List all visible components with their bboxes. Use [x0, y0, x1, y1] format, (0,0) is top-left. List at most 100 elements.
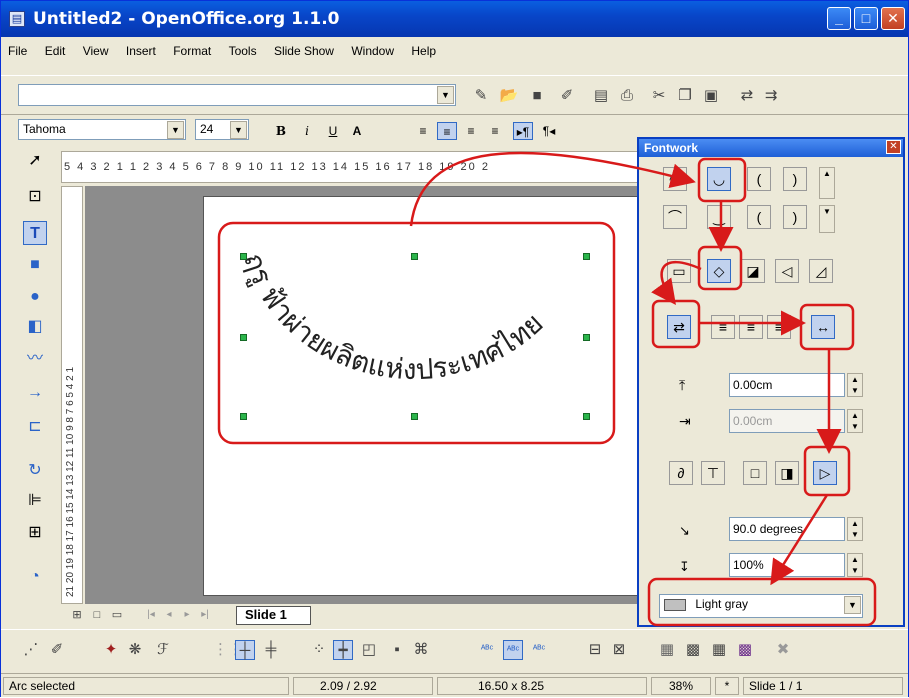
- redo-icon[interactable]: ⇉: [761, 86, 781, 106]
- selection-handle[interactable]: [240, 253, 247, 260]
- quality-grayscale-icon[interactable]: ▩: [683, 640, 703, 660]
- text-frame-icon[interactable]: ⊤: [701, 461, 725, 485]
- connector-tool-icon[interactable]: ⊏: [23, 415, 47, 439]
- autosize-text-icon[interactable]: ↔: [811, 315, 835, 339]
- alignment-icon[interactable]: ⊫: [23, 489, 47, 513]
- align-right-icon[interactable]: ≡: [461, 122, 481, 140]
- angle-field[interactable]: 90.0 degrees: [729, 517, 845, 541]
- open-circle-right-icon[interactable]: ): [783, 205, 807, 229]
- selection-handle[interactable]: [583, 413, 590, 420]
- fontwork-close-icon[interactable]: ✕: [886, 140, 901, 154]
- close-icon[interactable]: ✖: [773, 640, 793, 660]
- autospell-icon[interactable]: ᴬᴮᶜ: [503, 640, 523, 660]
- chevron-down-icon[interactable]: ▼: [844, 596, 861, 614]
- rectangle-tool-icon[interactable]: ■: [23, 253, 47, 277]
- ellipse-tool-icon[interactable]: ●: [23, 285, 47, 309]
- arc-shape-upper-icon[interactable]: ◠: [663, 167, 687, 191]
- snap-grid-icon[interactable]: ⁘: [309, 640, 329, 660]
- bold-button[interactable]: B: [271, 122, 291, 140]
- rotate-icon[interactable]: ↻: [23, 459, 47, 483]
- prev-slide-icon[interactable]: ◂: [159, 605, 179, 625]
- thesaurus-icon[interactable]: ᴬᴮᶜ: [529, 640, 549, 660]
- arc-shape-lower-icon[interactable]: ◡: [707, 167, 731, 191]
- save-icon[interactable]: ■: [527, 86, 547, 106]
- align-center-icon[interactable]: ≡: [739, 315, 763, 339]
- chevron-down-icon[interactable]: ▼: [437, 86, 454, 104]
- enter-group-icon[interactable]: ⊠: [609, 640, 629, 660]
- minimize-button[interactable]: _: [827, 7, 851, 30]
- select-arrow-icon[interactable]: ➚: [23, 149, 47, 173]
- last-slide-icon[interactable]: ▸|: [195, 605, 215, 625]
- spelling-icon[interactable]: ᴬᴮᶜ: [477, 640, 497, 660]
- rotate-text-icon[interactable]: ◇: [707, 259, 731, 283]
- shadow-color-select[interactable]: Light gray ▼: [659, 594, 863, 618]
- menu-view[interactable]: View: [76, 41, 116, 61]
- points-icon[interactable]: ⋰: [21, 640, 41, 660]
- selection-handle[interactable]: [583, 253, 590, 260]
- right-to-left-icon[interactable]: ¶◂: [539, 122, 559, 140]
- fontwork-off-icon[interactable]: ▭: [667, 259, 691, 283]
- curve-tool-icon[interactable]: 〰: [23, 347, 47, 371]
- slide-canvas[interactable]: ฤรู ฟ้าผ่ายผลิตแห่งประเทศไทย: [203, 196, 643, 596]
- copy-icon[interactable]: ❐: [675, 86, 695, 106]
- font-name-combobox[interactable]: Tahoma ▼: [18, 119, 186, 140]
- quality-color-icon[interactable]: ▦: [657, 640, 677, 660]
- paste-icon[interactable]: ▣: [701, 86, 721, 106]
- slant-horizontal-icon[interactable]: ◁: [775, 259, 799, 283]
- menu-edit[interactable]: Edit: [38, 41, 73, 61]
- first-slide-icon[interactable]: |◂: [141, 605, 161, 625]
- shapes-scroll-up[interactable]: ▲: [819, 167, 835, 199]
- snap-points-icon[interactable]: ▪: [387, 640, 407, 660]
- open-circle-left-icon[interactable]: (: [747, 205, 771, 229]
- exit-group-icon[interactable]: ⊟: [585, 640, 605, 660]
- glue-points-icon[interactable]: ✐: [47, 640, 67, 660]
- align-right-icon[interactable]: ≡: [767, 315, 791, 339]
- chevron-down-icon[interactable]: ▼: [230, 121, 247, 139]
- menu-tools[interactable]: Tools: [222, 41, 264, 61]
- drawing-view-icon[interactable]: ⊞: [67, 605, 87, 625]
- url-combobox[interactable]: ▼: [18, 84, 456, 106]
- orientation-icon[interactable]: ⇄: [667, 315, 691, 339]
- snap-guides-icon[interactable]: ╪: [261, 640, 281, 660]
- underline-button[interactable]: U: [323, 122, 343, 140]
- arrange-icon[interactable]: ⊞: [23, 521, 47, 545]
- text-tool-icon[interactable]: T: [23, 221, 47, 245]
- shadow-size-field[interactable]: 100%: [729, 553, 845, 577]
- 3d-object-icon[interactable]: ◧: [23, 315, 47, 339]
- menu-slide-show[interactable]: Slide Show: [267, 41, 341, 61]
- menu-window[interactable]: Window: [344, 41, 401, 61]
- arc-shape-right-icon[interactable]: ): [783, 167, 807, 191]
- edit-mode-icon[interactable]: ✐: [557, 86, 577, 106]
- left-to-right-icon[interactable]: ▸¶: [513, 122, 533, 140]
- shadow-size-spinner[interactable]: ▲ ▼: [847, 553, 863, 577]
- grid-icon[interactable]: ⋮⋮: [213, 640, 243, 660]
- guides-icon[interactable]: ┼: [235, 640, 255, 660]
- vertical-shadow-icon[interactable]: ◨: [775, 461, 799, 485]
- no-shadow-icon[interactable]: □: [743, 461, 767, 485]
- selection-handle[interactable]: [583, 334, 590, 341]
- quality-bw-icon[interactable]: ▦: [709, 640, 729, 660]
- line-tool-icon[interactable]: →: [23, 381, 47, 405]
- snap-border-icon[interactable]: ┿: [333, 640, 353, 660]
- distance-spinner[interactable]: ▲ ▼: [847, 373, 863, 397]
- slant-vertical-icon[interactable]: ◿: [809, 259, 833, 283]
- edit-file-icon[interactable]: ✎: [471, 86, 491, 106]
- menu-file[interactable]: File: [1, 41, 34, 61]
- arc-shape-left-icon[interactable]: (: [747, 167, 771, 191]
- snap-frame-icon[interactable]: ◰: [359, 640, 379, 660]
- status-zoom[interactable]: 38%: [651, 677, 711, 695]
- selection-handle[interactable]: [411, 413, 418, 420]
- notes-view-icon[interactable]: □: [87, 605, 107, 625]
- double-click-text-icon[interactable]: ⌘: [411, 640, 431, 660]
- next-slide-icon[interactable]: ▸: [177, 605, 197, 625]
- maximize-button[interactable]: □: [854, 7, 878, 30]
- menu-insert[interactable]: Insert: [119, 41, 163, 61]
- indent-spinner[interactable]: ▲ ▼: [847, 409, 863, 433]
- upright-icon[interactable]: ◪: [741, 259, 765, 283]
- shapes-scroll-down[interactable]: ▼: [819, 205, 835, 233]
- chevron-down-icon[interactable]: ▼: [167, 121, 184, 139]
- align-left-icon[interactable]: ≡: [711, 315, 735, 339]
- slanted-shadow-icon[interactable]: ▷: [813, 461, 837, 485]
- align-center-icon[interactable]: ≡: [437, 122, 457, 140]
- selection-handle[interactable]: [240, 334, 247, 341]
